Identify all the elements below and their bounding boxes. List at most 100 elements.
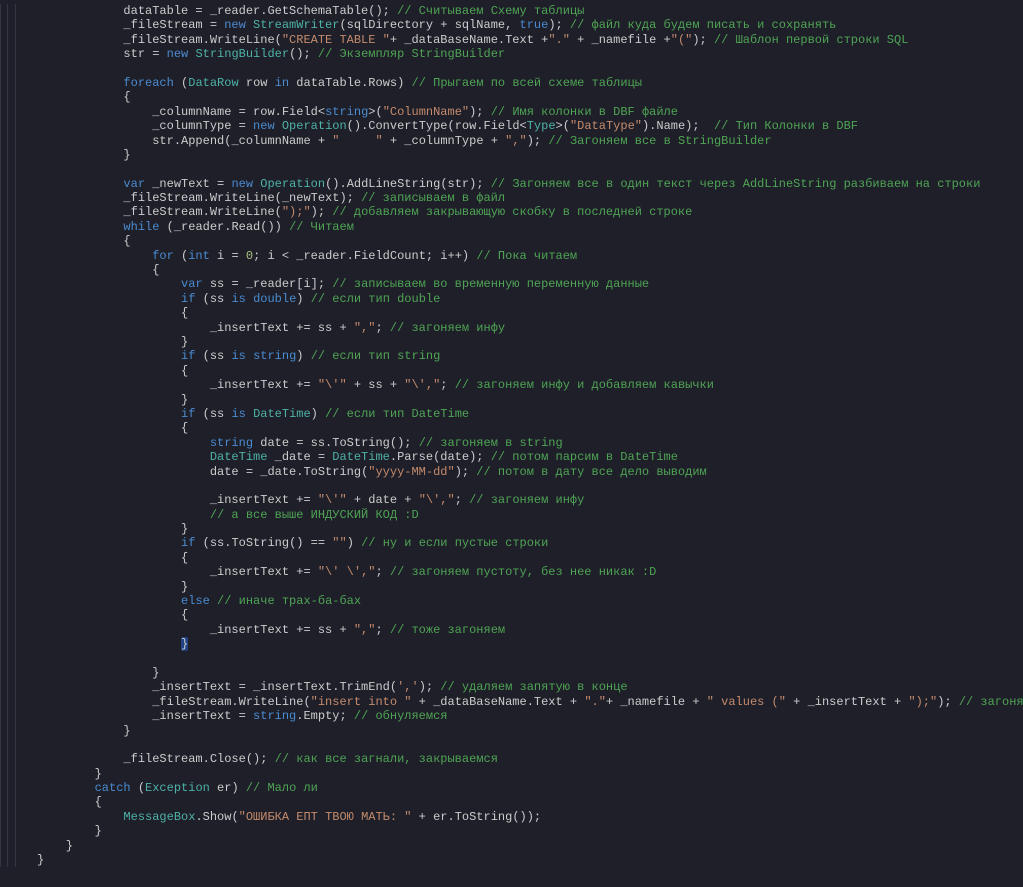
code-text [95,436,210,450]
comment: // загоняем пустоту, без нее никак :D [390,565,656,579]
code-line[interactable]: } [37,393,1023,407]
code-line[interactable]: _insertText += "\' \',"; // загоняем пус… [37,565,1023,579]
code-line[interactable]: { [37,90,1023,104]
code-line[interactable]: _fileStream = new StreamWriter(sqlDirect… [37,18,1023,32]
string-literal: ");" [282,205,311,219]
code-line[interactable]: if (ss.ToString() == "") // ну и если пу… [37,536,1023,550]
code-line[interactable]: } [37,580,1023,594]
code-line[interactable]: catch (Exception er) // Мало ли [37,781,1023,795]
code-line[interactable]: for (int i = 0; i < _reader.FieldCount; … [37,249,1023,263]
code-text [95,594,181,608]
code-line[interactable]: } [37,767,1023,781]
code-line[interactable]: } [37,666,1023,680]
code-text [95,220,124,234]
code-line[interactable]: _insertText += "\'" + ss + "\',"; // заг… [37,378,1023,392]
code-line[interactable]: var _newText = new Operation().AddLineSt… [37,177,1023,191]
code-line[interactable]: _columnName = row.Field<string>("ColumnN… [37,105,1023,119]
code-line[interactable]: } [37,637,1023,651]
code-line[interactable]: if (ss is double) // если тип double [37,292,1023,306]
code-line[interactable]: _fileStream.WriteLine("CREATE TABLE "+ _… [37,33,1023,47]
code-line[interactable]: dataTable = _reader.GetSchemaTable(); //… [37,4,1023,18]
code-text: AddLineString [347,177,441,191]
code-line[interactable]: while (_reader.Read()) // Читаем [37,220,1023,234]
string-literal: "insert into " [311,695,412,709]
code-area[interactable]: dataTable = _reader.GetSchemaTable(); //… [31,4,1023,867]
type-name: Operation [260,177,325,191]
code-text: ); [692,33,714,47]
code-line[interactable]: { [37,234,1023,248]
code-line[interactable]: } [37,522,1023,536]
code-line[interactable]: // а все выше ИНДУСКИЙ КОД :D [37,508,1023,522]
code-line[interactable]: _fileStream.WriteLine(_newText); // запи… [37,191,1023,205]
code-line[interactable]: } [37,853,1023,867]
code-line[interactable]: } [37,824,1023,838]
code-text [246,407,253,421]
code-text: (); [289,47,318,61]
code-text: i = [210,249,246,263]
code-line[interactable]: { [37,263,1023,277]
code-line[interactable]: _insertText += ss + ","; // тоже загоняе… [37,623,1023,637]
code-line[interactable]: { [37,306,1023,320]
code-text: } [95,824,102,838]
code-line[interactable]: MessageBox.Show("ОШИБКА ЕПТ ТВОЮ МАТЬ: "… [37,810,1023,824]
code-text: (ss. [195,536,231,550]
code-text: < [318,105,325,119]
comment: // если тип DateTime [325,407,469,421]
comment: // загоняем инфу и добавляем кавычки [455,378,714,392]
code-line[interactable]: } [37,335,1023,349]
code-line[interactable]: var ss = _reader[i]; // записываем во вр… [37,277,1023,291]
code-line[interactable]: _columnType = new Operation().ConvertTyp… [37,119,1023,133]
code-text: ( [390,680,397,694]
code-line[interactable]: str = new StringBuilder(); // Экземпляр … [37,47,1023,61]
comment: // Загоняем все в один текст через AddLi… [491,177,981,191]
code-text: ); [937,695,959,709]
keyword: new [224,18,246,32]
code-line[interactable] [37,479,1023,493]
code-line[interactable]: if (ss is string) // если тип string [37,349,1023,363]
comment: // а все выше ИНДУСКИЙ КОД :D [210,508,419,522]
code-line[interactable]: } [37,839,1023,853]
keyword: if [181,536,195,550]
code-line[interactable]: } [37,148,1023,162]
code-line[interactable]: date = _date.ToString("yyyy-MM-dd"); // … [37,465,1023,479]
code-line[interactable] [37,738,1023,752]
code-editor[interactable]: dataTable = _reader.GetSchemaTable(); //… [0,0,1023,887]
code-text: + date + [347,493,419,507]
code-line[interactable] [37,652,1023,666]
code-line[interactable]: { [37,795,1023,809]
type-name: MessageBox [123,810,195,824]
code-line[interactable]: _insertText = string.Empty; // обнуляемс… [37,709,1023,723]
code-line[interactable]: else // иначе трах-ба-бах [37,594,1023,608]
code-line[interactable]: str.Append(_columnName + " " + _columnTy… [37,134,1023,148]
code-line[interactable]: foreach (DataRow row in dataTable.Rows) … [37,76,1023,90]
code-line[interactable]: DateTime _date = DateTime.Parse(date); /… [37,450,1023,464]
keyword: for [152,249,174,263]
code-line[interactable]: { [37,364,1023,378]
code-line[interactable]: { [37,421,1023,435]
code-line[interactable]: if (ss is DateTime) // если тип DateTime [37,407,1023,421]
code-text: Parse [397,450,433,464]
string-literal: "," [354,321,376,335]
code-line[interactable]: _insertText = _insertText.TrimEnd(','); … [37,680,1023,694]
code-text [275,119,282,133]
string-literal: "\' \'," [318,565,376,579]
code-line[interactable]: } [37,724,1023,738]
code-text: (). [325,177,347,191]
code-line[interactable]: _insertText += ss + ","; // загоняем инф… [37,321,1023,335]
code-line[interactable] [37,162,1023,176]
code-line[interactable]: _fileStream.WriteLine("insert into " + _… [37,695,1023,709]
code-line[interactable]: _insertText += "\'" + date + "\',"; // з… [37,493,1023,507]
code-line[interactable]: string date = ss.ToString(); // загоняем… [37,436,1023,450]
code-line[interactable] [37,62,1023,76]
code-text: WriteLine [210,33,275,47]
code-line[interactable]: { [37,608,1023,622]
code-text [246,292,253,306]
code-line[interactable]: _fileStream.WriteLine(");"); // добавляе… [37,205,1023,219]
code-text: (_newText); [275,191,361,205]
code-text: dataTable = _reader. [95,4,268,18]
code-text: (); [246,752,275,766]
code-text: ); [455,465,477,479]
code-line[interactable]: { [37,551,1023,565]
code-line[interactable]: _fileStream.Close(); // как все загнали,… [37,752,1023,766]
code-text: } [95,666,160,680]
